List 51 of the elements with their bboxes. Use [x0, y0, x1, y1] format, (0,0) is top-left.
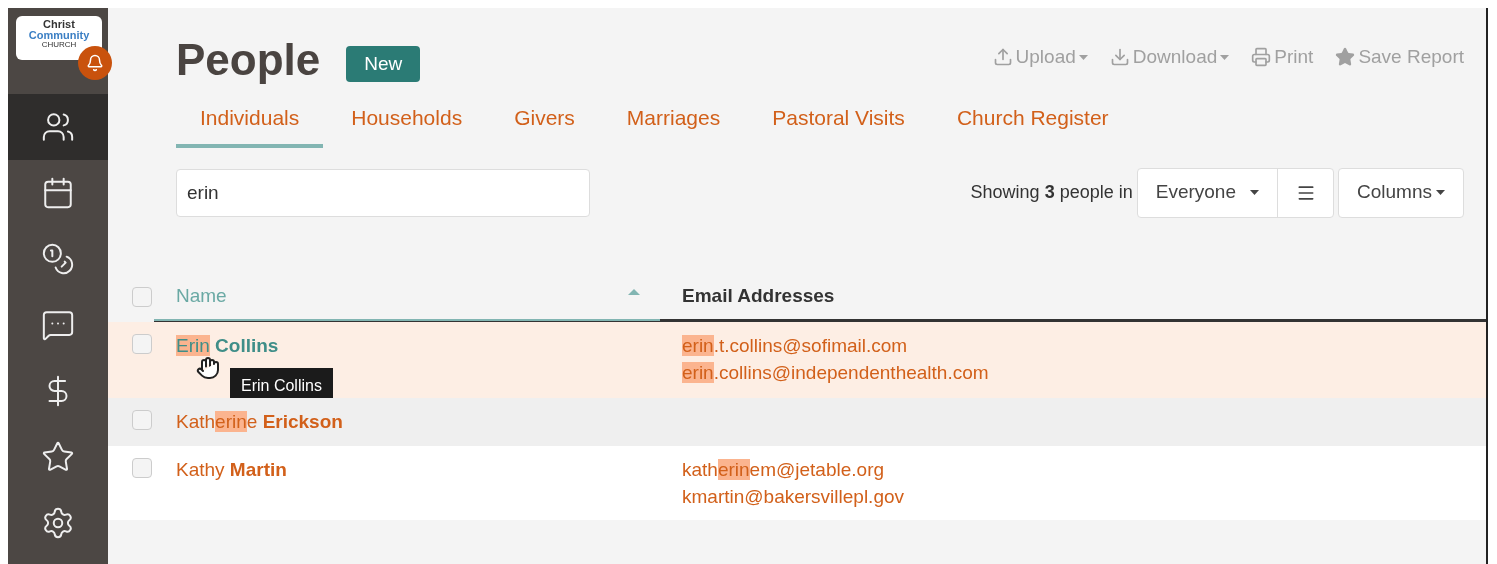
row-checkbox[interactable]	[132, 409, 152, 430]
pointer-hand-icon	[196, 355, 220, 380]
tab[interactable]: Marriages	[602, 100, 745, 148]
tab[interactable]: Pastoral Visits	[748, 100, 929, 148]
row-checkbox[interactable]	[132, 458, 152, 478]
toolbar-button[interactable]: Upload	[992, 43, 1088, 72]
tab[interactable]: Givers	[490, 100, 599, 148]
email-address: katherinem@jetable.org	[682, 458, 886, 482]
caret-icon	[1078, 54, 1088, 60]
star-icon	[1335, 47, 1356, 68]
columns-button[interactable]: Columns	[1338, 167, 1464, 218]
column-header[interactable]: Email Addresses	[660, 274, 1486, 321]
church-logo: Christ Community CHURCH	[16, 16, 102, 60]
results-summary: Showing 3 people in	[970, 181, 1133, 204]
new-button[interactable]: New	[346, 46, 421, 82]
sidebar-item[interactable]	[8, 94, 108, 160]
people-icon	[41, 110, 75, 144]
printer-icon	[1251, 47, 1272, 68]
person-name-link[interactable]: Erin Collins	[176, 334, 279, 356]
table-row[interactable]: Katherine Erickson	[108, 397, 1486, 446]
toolbar-button[interactable]: Download	[1109, 43, 1230, 72]
row-checkbox[interactable]	[132, 286, 152, 307]
chat-bubble-icon	[41, 308, 75, 342]
toolbar-button[interactable]: Save Report	[1335, 43, 1464, 72]
coins-icon	[41, 242, 75, 276]
tab[interactable]: Individuals	[176, 100, 324, 148]
table-row[interactable]: Erin Collins erin.t.collins@sofimail.com erin.collins@independenthealth.com Erin Collins	[108, 321, 1486, 398]
email-address: kmartin@bakersvillepl.gov	[682, 485, 906, 509]
row-checkbox[interactable]	[132, 333, 152, 354]
caret-icon	[1250, 190, 1259, 195]
settings-icon	[41, 506, 75, 540]
page-title: People	[176, 38, 321, 82]
column-header[interactable]: Name	[154, 274, 660, 321]
notification-button[interactable]	[78, 46, 112, 80]
bell-icon	[86, 54, 104, 72]
calendar-icon	[41, 176, 75, 210]
person-name-link[interactable]: Kathy Martin	[176, 459, 287, 480]
tab[interactable]: Church Register	[932, 100, 1133, 148]
upload-icon	[992, 47, 1013, 68]
person-name-link[interactable]: Katherine Erickson	[176, 410, 343, 432]
email-address: erin.t.collins@sofimail.com	[682, 333, 909, 358]
sort-up-icon	[628, 288, 640, 295]
search-field[interactable]: erin	[176, 168, 590, 217]
caret-icon	[1220, 54, 1230, 60]
download-icon	[1109, 47, 1130, 68]
email-address: erin.collins@independenthealth.com	[682, 360, 990, 385]
tab[interactable]: Households	[327, 100, 487, 148]
toolbar-button[interactable]: Print	[1251, 43, 1314, 72]
caret-icon	[1436, 190, 1445, 195]
star-icon	[41, 440, 75, 474]
table-row[interactable]: Kathy Martin katherinem@jetable.org kmartin@bakersvillepl.gov	[108, 446, 1486, 520]
